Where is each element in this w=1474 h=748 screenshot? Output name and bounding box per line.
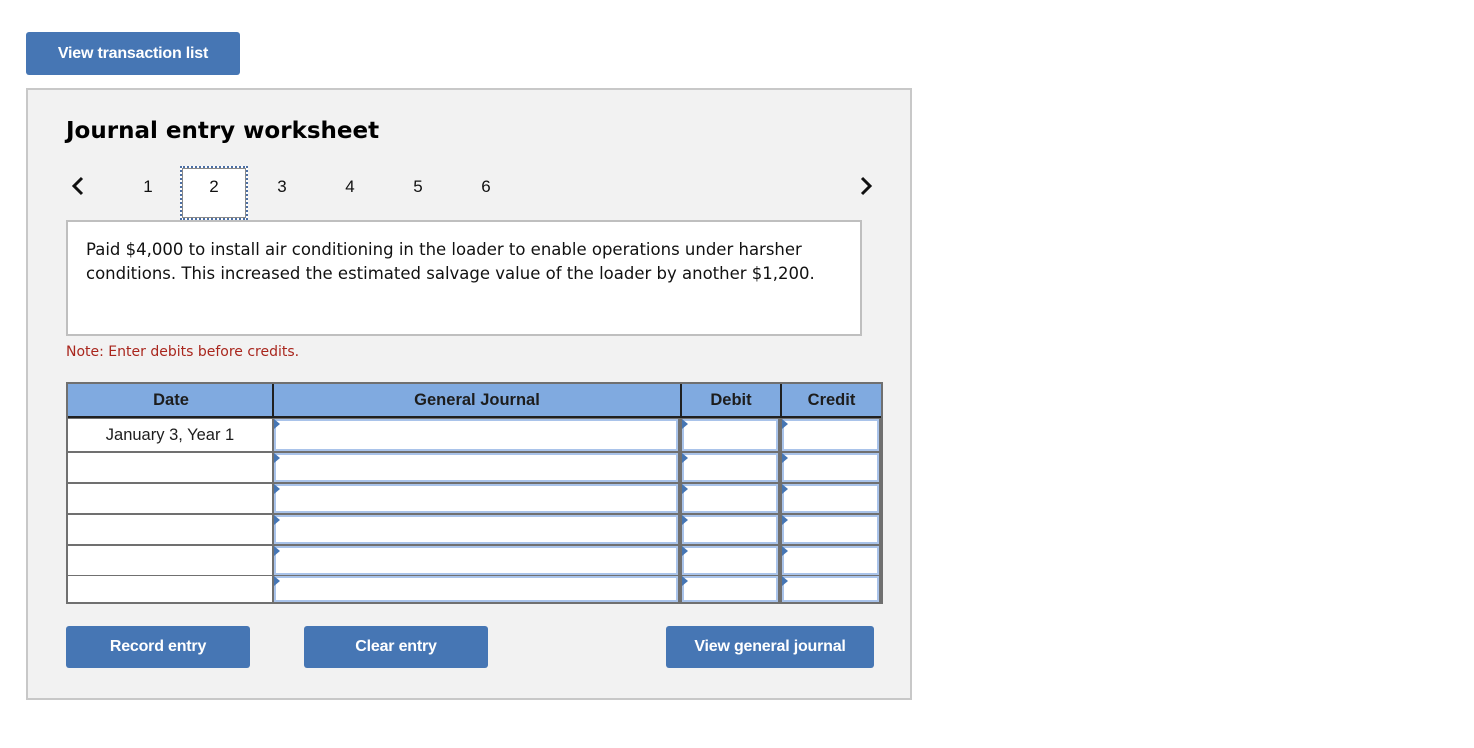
- tab-entry-5[interactable]: 5: [384, 166, 452, 220]
- journal-row: [68, 453, 881, 482]
- header-date: Date: [153, 390, 189, 409]
- date-cell: [68, 546, 272, 575]
- tab-entry-2[interactable]: 2: [180, 166, 248, 220]
- credit-input[interactable]: [782, 576, 879, 602]
- debit-input[interactable]: [682, 515, 778, 544]
- journal-row: [68, 484, 881, 513]
- tab-entry-3[interactable]: 3: [248, 166, 316, 220]
- debit-input[interactable]: [682, 546, 778, 575]
- account-input[interactable]: [274, 453, 678, 482]
- header-debit: Debit: [680, 384, 780, 416]
- tab-entry-6[interactable]: 6: [452, 166, 520, 220]
- account-input[interactable]: [274, 515, 678, 544]
- date-cell: January 3, Year 1: [68, 419, 272, 451]
- credit-input[interactable]: [782, 453, 879, 482]
- header-credit: Credit: [780, 384, 881, 416]
- account-input[interactable]: [274, 419, 678, 451]
- debit-input[interactable]: [682, 453, 778, 482]
- journal-entry-worksheet-panel: Journal entry worksheet 1 2 3 4 5 6 Paid…: [26, 88, 912, 700]
- journal-row: [68, 515, 881, 544]
- account-input[interactable]: [274, 484, 678, 513]
- journal-row: January 3, Year 1: [68, 419, 881, 451]
- debit-input[interactable]: [682, 576, 778, 602]
- date-cell: [68, 515, 272, 544]
- account-input[interactable]: [274, 546, 678, 575]
- journal-table: Date General Journal Debit Credit Januar…: [66, 382, 883, 604]
- header-general-journal: General Journal: [272, 384, 680, 416]
- view-general-journal-button[interactable]: View general journal: [666, 626, 874, 668]
- worksheet-title: Journal entry worksheet: [66, 118, 380, 144]
- tab-entry-4[interactable]: 4: [316, 166, 384, 220]
- credit-input[interactable]: [782, 419, 879, 451]
- credit-input[interactable]: [782, 484, 879, 513]
- clear-entry-button[interactable]: Clear entry: [304, 626, 488, 668]
- transaction-description: Paid $4,000 to install air conditioning …: [66, 220, 862, 336]
- date-cell: [68, 453, 272, 482]
- record-entry-button[interactable]: Record entry: [66, 626, 250, 668]
- journal-row: [68, 546, 881, 575]
- date-cell: [68, 484, 272, 513]
- date-cell: [68, 576, 272, 602]
- entry-navigation: 1 2 3 4 5 6: [28, 166, 910, 222]
- chevron-right-icon[interactable]: [854, 174, 878, 198]
- account-input[interactable]: [274, 576, 678, 602]
- credit-input[interactable]: [782, 546, 879, 575]
- debit-input[interactable]: [682, 484, 778, 513]
- journal-row: [68, 576, 881, 602]
- debits-note: Note: Enter debits before credits.: [66, 344, 300, 360]
- credit-input[interactable]: [782, 515, 879, 544]
- debit-input[interactable]: [682, 419, 778, 451]
- view-transaction-list-button[interactable]: View transaction list: [26, 32, 240, 75]
- chevron-left-icon[interactable]: [66, 174, 90, 198]
- tab-entry-1[interactable]: 1: [114, 166, 182, 220]
- journal-table-header: Date General Journal Debit Credit: [68, 384, 881, 418]
